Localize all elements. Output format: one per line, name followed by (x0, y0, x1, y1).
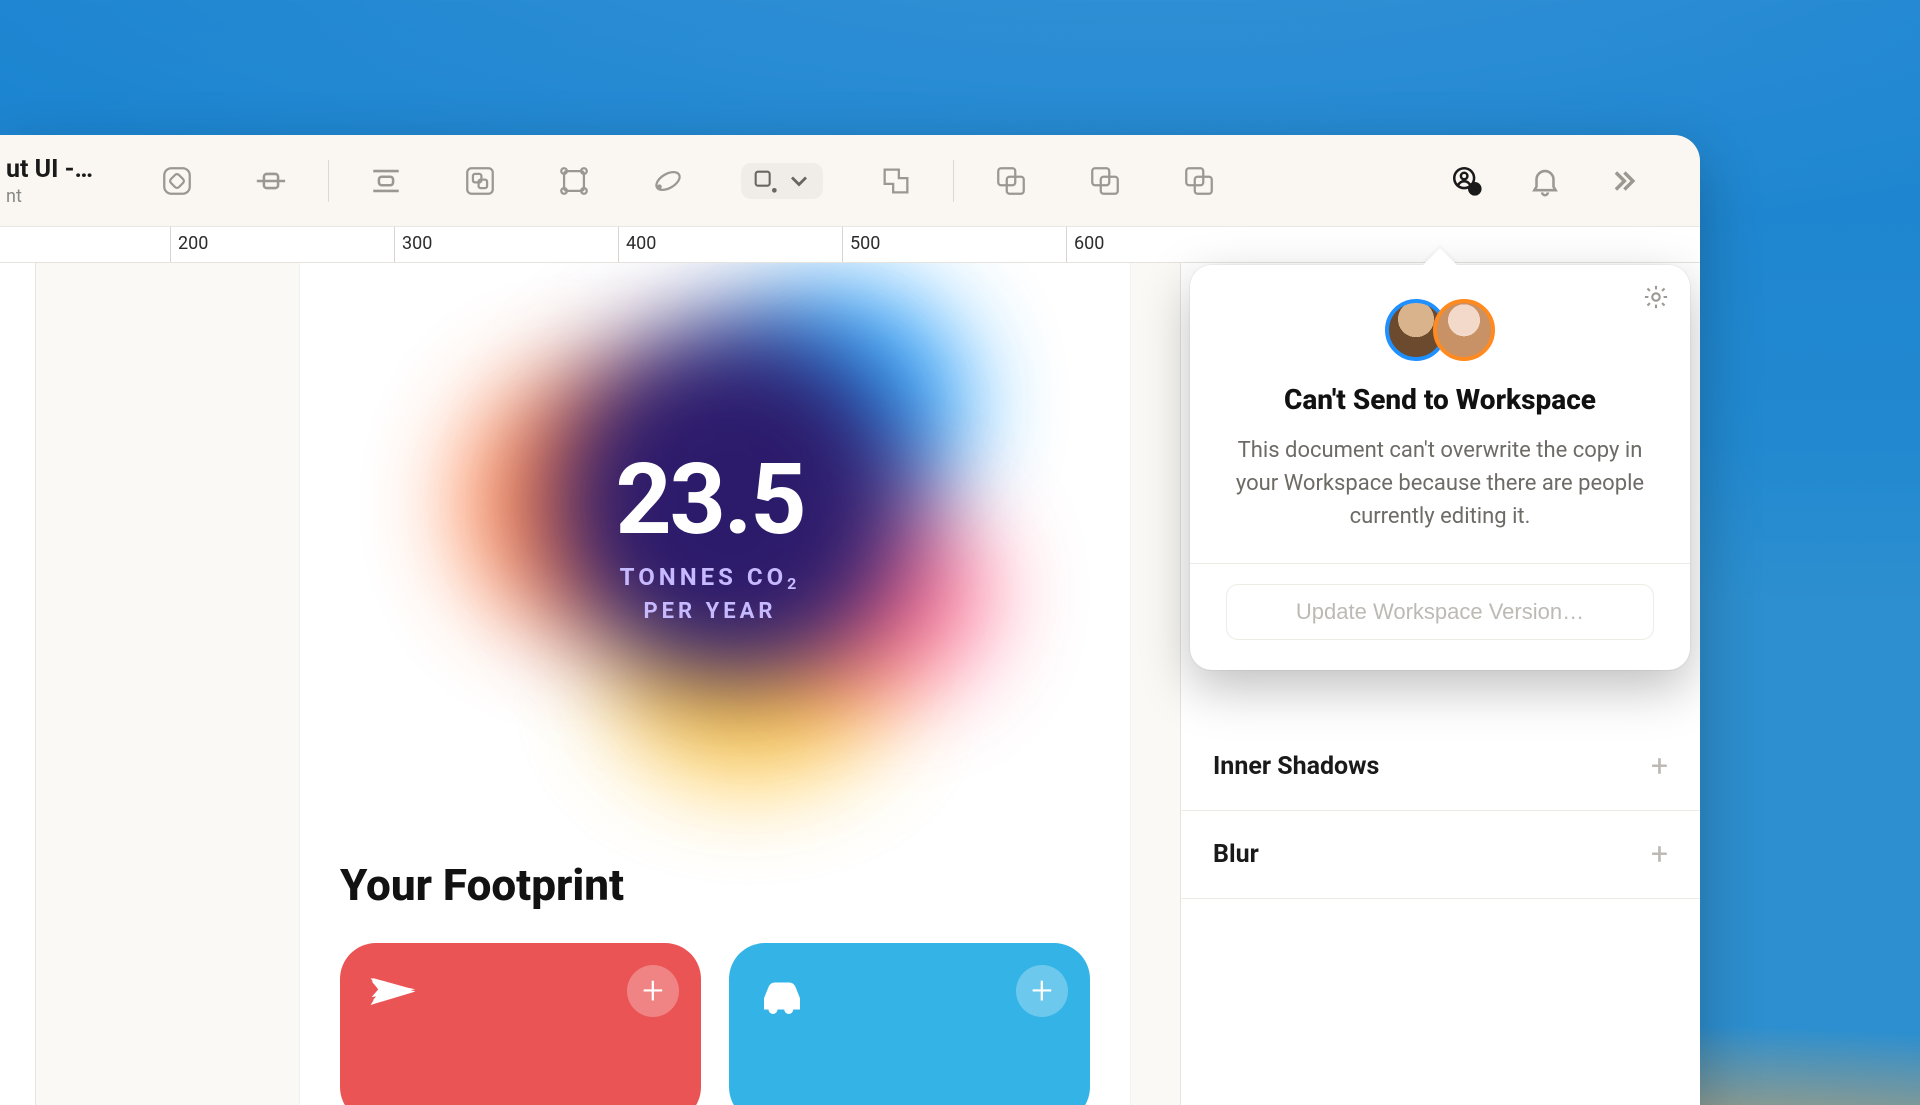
chevron-down-icon (785, 167, 813, 195)
ruler-tick-label: 600 (1074, 233, 1104, 254)
footprint-card-travel[interactable]: + (340, 943, 701, 1105)
canvas[interactable]: 23.5 TONNES CO2 PER YEAR Your Footprint … (0, 263, 1180, 1105)
hero-value: 23.5 (615, 442, 804, 557)
update-workspace-version-button[interactable]: Update Workspace Version… (1226, 584, 1654, 640)
rotate-copies-button[interactable] (647, 160, 689, 202)
popover-body: This document can't overwrite the copy i… (1226, 434, 1654, 533)
ruler-tick-label: 400 (626, 233, 656, 254)
difference-button[interactable] (1178, 160, 1220, 202)
inspector-section-label: Inner Shadows (1213, 752, 1379, 781)
hero-line1: TONNES CO2 (615, 563, 804, 591)
hero-line2: PER YEAR (615, 599, 804, 624)
notifications-button[interactable] (1524, 160, 1566, 202)
bell-icon (1528, 164, 1562, 198)
avatar (1433, 299, 1495, 361)
distribute-vertical-button[interactable] (365, 160, 407, 202)
artboard[interactable]: 23.5 TONNES CO2 PER YEAR Your Footprint … (300, 263, 1130, 1105)
airplane-icon (366, 1008, 420, 1027)
document-title-block: ut UI -… nt (0, 155, 130, 207)
inspector-section-blur[interactable]: Blur + (1181, 811, 1700, 899)
collaborator-avatars (1226, 299, 1654, 361)
popover-settings-button[interactable] (1642, 283, 1670, 311)
add-blur-button[interactable]: + (1651, 837, 1668, 872)
divider (1190, 563, 1690, 564)
ruler-tick-label: 200 (178, 233, 208, 254)
document-title: ut UI -… (6, 155, 110, 184)
toolbar: ut UI -… nt (0, 135, 1700, 227)
toolbar-separator (328, 160, 329, 202)
intersect-button[interactable] (1084, 160, 1126, 202)
car-icon (755, 1008, 809, 1027)
inspector-section-label: Blur (1213, 840, 1259, 869)
ruler-tick-label: 500 (850, 233, 880, 254)
overflow-menu-button[interactable] (1602, 160, 1644, 202)
ruler-tick-label: 300 (402, 233, 432, 254)
add-inner-shadow-button[interactable]: + (1651, 749, 1668, 784)
document-subtitle: nt (6, 186, 110, 207)
app-window: ut UI -… nt (0, 135, 1700, 1105)
toolbar-separator (953, 160, 954, 202)
align-vertical-center-button[interactable] (250, 160, 292, 202)
workspace-conflict-popover: Can't Send to Workspace This document ca… (1190, 265, 1690, 670)
section-title: Your Footprint (340, 859, 624, 911)
scale-dropdown[interactable] (741, 163, 823, 199)
gear-icon (1642, 283, 1670, 311)
chevrons-right-icon (1606, 164, 1640, 198)
vertical-ruler[interactable] (0, 263, 36, 1105)
subtract-button[interactable] (990, 160, 1032, 202)
hero-graphic: 23.5 TONNES CO2 PER YEAR (430, 263, 990, 783)
popover-title: Can't Send to Workspace (1226, 383, 1654, 416)
cards-row: + + (340, 943, 1090, 1105)
add-button[interactable]: + (1016, 965, 1068, 1017)
union-button[interactable] (875, 160, 917, 202)
group-button[interactable] (459, 160, 501, 202)
add-button[interactable]: + (627, 965, 679, 1017)
edit-points-button[interactable] (553, 160, 595, 202)
footprint-card-car[interactable]: + (729, 943, 1090, 1105)
shape-tool-button[interactable] (156, 160, 198, 202)
collaboration-status-icon[interactable] (1446, 160, 1488, 202)
inspector-section-inner-shadows[interactable]: Inner Shadows + (1181, 723, 1700, 811)
